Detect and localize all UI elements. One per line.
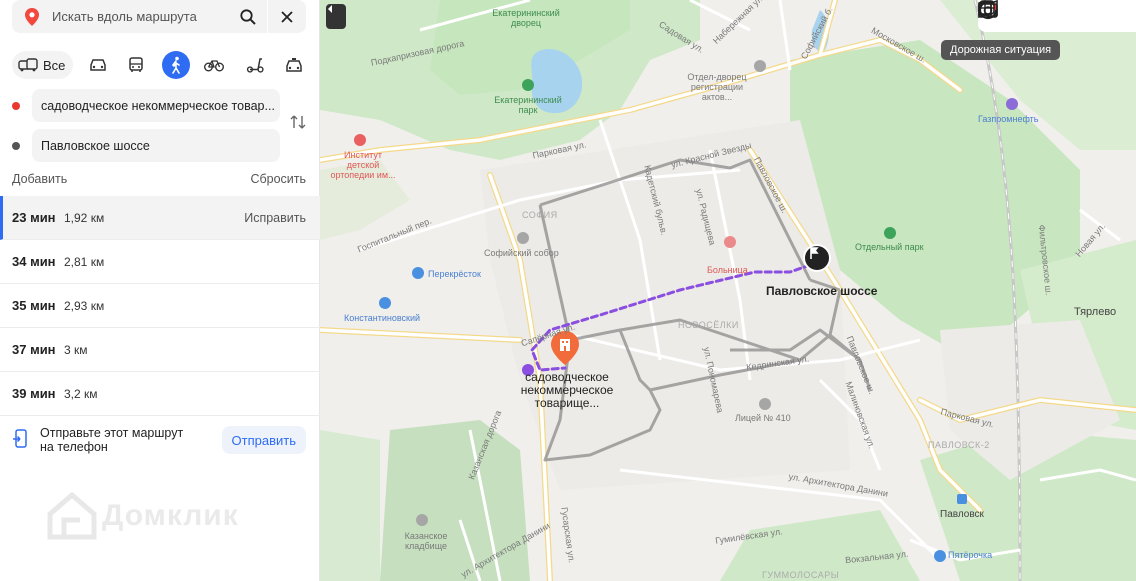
route-distance: 3 км [64, 342, 88, 357]
traffic-tooltip: Дорожная ситуация [941, 40, 1061, 60]
route-option[interactable]: 23 мин 1,92 км Исправить [0, 196, 320, 240]
map-label: Отдельный парк [855, 242, 924, 252]
search-bar[interactable]: Искать вдоль маршрута [12, 0, 306, 33]
end-dot-icon [12, 141, 20, 150]
mode-all-button[interactable]: Все [12, 51, 74, 79]
location-pin-icon [12, 7, 52, 26]
map-label: Казанское кладбище [404, 531, 448, 551]
route-actions: Добавить Сбросить [12, 172, 306, 186]
taxi-mode-icon[interactable] [280, 51, 308, 79]
map-label: Екатерининский дворец [492, 8, 560, 28]
phone-share-icon [12, 428, 28, 452]
route-time: 23 мин [12, 210, 56, 225]
watermark-text: Домклик [102, 499, 239, 532]
search-input[interactable]: Искать вдоль маршрута [52, 9, 229, 24]
map-label: Институт детской ортопедии им... [330, 150, 396, 180]
start-marker-icon[interactable] [803, 244, 831, 272]
reset-button[interactable]: Сбросить [250, 172, 306, 186]
route-start-point[interactable]: садоводческое некоммерческое товар... [12, 89, 280, 122]
domclick-watermark: Домклик [46, 492, 239, 540]
route-option[interactable]: 35 мин 2,93 км [0, 284, 320, 328]
end-point-field[interactable]: Павловское шоссе [32, 129, 280, 162]
map-label: Перекрёсток [428, 269, 481, 279]
walk-mode-icon[interactable] [162, 51, 190, 79]
route-distance: 2,93 км [64, 298, 105, 313]
map-label: Павловск [940, 509, 984, 520]
send-to-phone-text: Отправьте этот маршрут на телефон [40, 426, 184, 454]
route-option[interactable]: 39 мин 3,2 км [0, 372, 320, 416]
collapse-panel-button[interactable] [326, 4, 346, 29]
fix-route-button[interactable]: Исправить [244, 211, 306, 225]
route-time: 34 мин [12, 254, 56, 269]
route-time: 35 мин [12, 298, 56, 313]
route-option[interactable]: 37 мин 3 км [0, 328, 320, 372]
map-label: Тярлево [1074, 306, 1117, 318]
route-option[interactable]: 34 мин 2,81 км [0, 240, 320, 284]
start-point-field[interactable]: садоводческое некоммерческое товар... [32, 89, 280, 122]
map-label: Больница [707, 265, 748, 275]
map-label: ГУММОЛОСАРЫ [762, 570, 840, 580]
map-label: Павловское шоссе [766, 284, 878, 298]
route-time: 37 мин [12, 342, 56, 357]
bus-mode-icon[interactable] [122, 51, 150, 79]
send-button[interactable]: Отправить [221, 426, 306, 454]
route-panel: Искать вдоль маршрута Все садоводческое … [0, 0, 320, 581]
map-label: Екатерининский парк [494, 95, 562, 115]
house-logo-icon [47, 492, 97, 540]
bicycle-mode-icon[interactable] [200, 51, 228, 79]
send-to-phone: Отправьте этот маршрут на телефон Отправ… [12, 426, 306, 454]
route-distance: 2,81 км [64, 254, 105, 269]
route-end-point[interactable]: Павловское шоссе [12, 129, 280, 162]
route-distance: 3,2 км [64, 386, 98, 401]
map-label: садоводческое некоммерческое товарище... [520, 370, 614, 410]
map-label: ПАВЛОВСК-2 [928, 440, 990, 450]
route-list: 23 мин 1,92 км Исправить 34 мин 2,81 км … [0, 196, 320, 416]
map-label: Газпромнефть [978, 114, 1039, 124]
all-transport-icon [18, 58, 38, 72]
search-icon[interactable] [229, 0, 267, 33]
add-point-button[interactable]: Добавить [12, 172, 67, 186]
car-mode-icon[interactable] [84, 51, 112, 79]
map-layer-toolbar [978, 0, 1136, 32]
start-dot-icon [12, 101, 20, 110]
map-label: Константиновский [344, 313, 421, 323]
route-distance: 1,92 км [64, 210, 105, 225]
map-view[interactable]: Екатерининский дворец Екатерининский пар… [320, 0, 1136, 581]
map-label: Пятёрочка [948, 550, 993, 560]
close-icon[interactable] [268, 0, 306, 33]
map-label: СОФИЯ [522, 210, 558, 220]
mode-all-label: Все [43, 57, 66, 73]
map-label: Отдел-дворец регистрации актов... [687, 72, 747, 102]
map-label: Лицей № 410 [735, 413, 791, 423]
map-label: Софийский собор [484, 248, 559, 258]
transport-modes: Все [12, 51, 308, 79]
swap-icon[interactable] [289, 113, 307, 131]
scooter-mode-icon[interactable] [241, 51, 269, 79]
map-label: НОВОСЁЛКИ [678, 320, 739, 330]
route-time: 39 мин [12, 386, 56, 401]
chevron-left-icon [328, 5, 332, 13]
